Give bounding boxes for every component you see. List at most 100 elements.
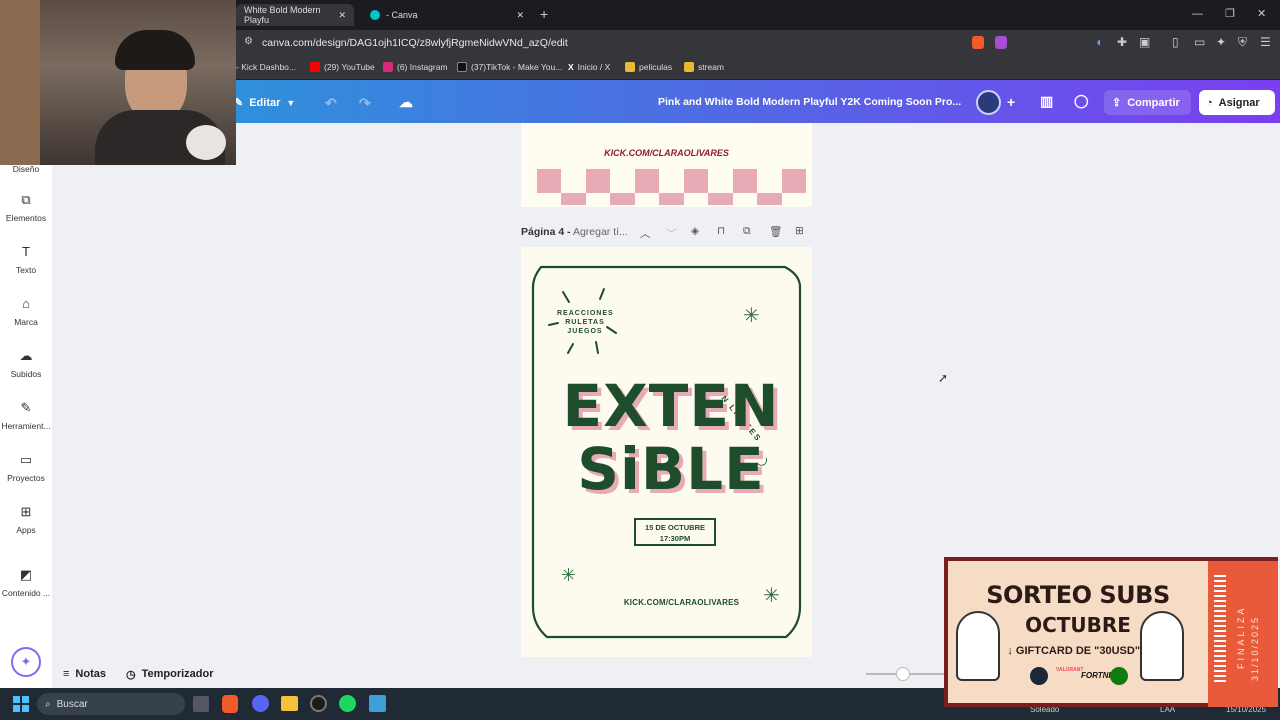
bookmark-youtube[interactable]: (29) YouTube [310,62,375,72]
lock-icon[interactable]: ⊓ [717,225,725,237]
ticket-stub: FINALIZA 31/10/2025 [1208,561,1278,707]
sidebar-item-tools[interactable]: ✎ Herramient... [0,400,52,432]
url-field[interactable]: canva.com/design/DAG1ojh1ICQ/z8wlyfjRgme… [262,37,568,49]
sidebar-item-label: Subidos [10,369,42,379]
design-link: KICK.COM/CLARAOLIVARES [623,598,740,607]
tools-icon: ✎ [20,400,32,415]
hide-page-icon[interactable]: ◈ [691,225,699,237]
avatar[interactable] [976,90,1001,115]
magic-ai-icon[interactable]: ✦ [11,647,41,677]
add-page-icon[interactable]: ⊞ [795,225,804,237]
task-view-icon[interactable] [193,696,209,712]
sidebar-item-elements[interactable]: ⧉ Elementos [0,193,52,224]
xbox-icon [1110,667,1128,685]
vpn-icon[interactable]: ⛨ [1238,35,1247,50]
tab-canva-design[interactable]: White Bold Modern Playfu ✕ [236,4,354,26]
sidebar-item-design[interactable]: Diseño [0,164,52,174]
screenshot-icon[interactable]: ▣ [1139,35,1150,49]
new-tab-icon[interactable]: + [540,6,548,22]
menu-icon[interactable]: ☰ [1260,35,1271,49]
app-taskbar-icon[interactable] [369,695,386,712]
leo-ai-icon[interactable]: ✦ [1216,35,1226,49]
bookmark-kick[interactable]: - Kick Dashbo... [236,62,296,72]
bookmark-peliculas[interactable]: peliculas [625,62,672,72]
folder-icon [684,62,694,72]
page-toolbar: Página 4 - Agregar tí... ︿ ﹀ ◈ ⊓ ⧉ 🗑 ⊞ [521,225,812,241]
sidebar-item-content[interactable]: ◩ Contenido ... [0,568,52,599]
sidebar-item-projects[interactable]: ▭ Proyectos [0,453,52,484]
bookmark-instagram[interactable]: (6) Instagram [383,62,448,72]
bookmark-label: (29) YouTube [324,62,375,72]
valorant-logo: VALORANT [1056,667,1084,673]
canva-favicon-icon [370,10,380,20]
bookmark-tiktok[interactable]: (37)TikTok - Make You... [457,62,562,72]
page-title-input[interactable]: Agregar tí... [573,226,628,238]
brave-taskbar-icon[interactable] [222,695,238,713]
close-window-icon[interactable]: ✕ [1257,7,1266,20]
file-explorer-icon[interactable] [281,696,298,711]
folder-icon [625,62,635,72]
assign-button[interactable]: ◔ Asignar [1199,90,1275,115]
timer-button[interactable]: ◷ Temporizador [126,668,214,681]
share-icon: ⇪ [1112,97,1122,109]
ticket-end-label: FINALIZA [1236,605,1246,669]
chevron-down-icon[interactable]: ﹀ [666,226,677,241]
giveaway-overlay: SORTEO SUBS OCTUBRE ↓ GIFTCARD DE "30USD… [944,557,1278,707]
webcam-overlay [0,0,236,165]
add-collaborator-icon[interactable]: + [1007,94,1015,110]
sidebar-item-label: Contenido ... [1,588,51,598]
trash-icon[interactable]: 🗑 [769,225,782,238]
site-settings-icon[interactable]: ⚙ [244,36,253,47]
brave-shield-icon[interactable] [972,36,984,49]
insights-chart-icon[interactable]: ▥ [1040,93,1053,110]
close-tab-icon[interactable]: ✕ [338,10,346,21]
ghost-left-icon [956,611,1000,681]
spotify-taskbar-icon[interactable] [339,695,356,712]
redo-icon[interactable]: ↷ [359,95,371,112]
youtube-icon [310,62,320,72]
sidebar-toggle-icon[interactable]: ▯ [1172,35,1179,49]
windows-start-icon[interactable] [13,696,29,712]
sidebar-item-text[interactable]: T Texto [0,245,52,276]
cloud-saved-icon[interactable]: ☁ [399,94,413,111]
tab-label: White Bold Modern Playfu [244,5,321,25]
document-title[interactable]: Pink and White Bold Modern Playful Y2K C… [658,96,961,108]
bookmark-label: peliculas [639,62,673,72]
chevron-up-icon[interactable]: ︿ [640,226,651,241]
mouse-cursor-icon: ➚ [938,371,949,385]
feature-item: JUEGOS [567,328,603,335]
duplicate-icon[interactable]: ⧉ [743,225,751,238]
sidebar-item-apps[interactable]: ⊞ Apps [0,505,52,536]
undo-icon[interactable]: ↶ [325,95,337,112]
x-icon: X [568,62,574,72]
brave-rewards-icon[interactable] [995,36,1007,49]
audio-icon[interactable]: ◖ [1095,35,1102,49]
sidebar-item-brand[interactable]: ⌂ Marca [0,297,52,328]
design-page-4[interactable]: REACCIONES RULETAS JUEGOS ✳ SIN LIMITES … [521,247,812,657]
edit-menu-button[interactable]: ✎ Editar ▼ [234,96,295,110]
minimize-icon[interactable]: — [1192,8,1203,20]
bookmark-x[interactable]: X Inicio / X [568,62,610,72]
notes-button[interactable]: ≡ Notas [63,668,106,680]
date-box: 15 DE OCTUBRE 17:30PM [634,518,716,546]
discord-taskbar-icon[interactable] [252,695,269,712]
assign-user-icon: ◔ [1206,96,1213,109]
previous-page-preview[interactable]: KICK.COM/CLARAOLIVARES [521,123,812,207]
bookmark-label: (37)TikTok - Make You... [471,62,563,72]
close-tab-icon[interactable]: ✕ [516,10,524,21]
share-button[interactable]: ⇪ Compartir [1104,90,1191,115]
tab-canva[interactable]: - Canva ✕ [362,4,532,26]
sidebar-item-uploads[interactable]: ☁ Subidos [0,349,52,380]
share-label: Compartir [1127,96,1180,109]
restore-icon[interactable]: ❐ [1225,7,1235,20]
wallet-icon[interactable]: ▭ [1194,35,1205,49]
tab-label: - Canva [386,10,418,20]
checker-pattern [537,169,806,205]
extensions-icon[interactable]: ✚ [1117,35,1127,49]
comment-icon[interactable]: ◯ [1074,93,1089,109]
zoom-slider-handle[interactable] [896,667,910,681]
shelf-background [0,0,40,165]
bookmark-stream[interactable]: stream [684,62,724,72]
taskbar-search[interactable]: ⌕ Buscar [37,693,185,715]
obs-taskbar-icon[interactable] [310,695,327,712]
